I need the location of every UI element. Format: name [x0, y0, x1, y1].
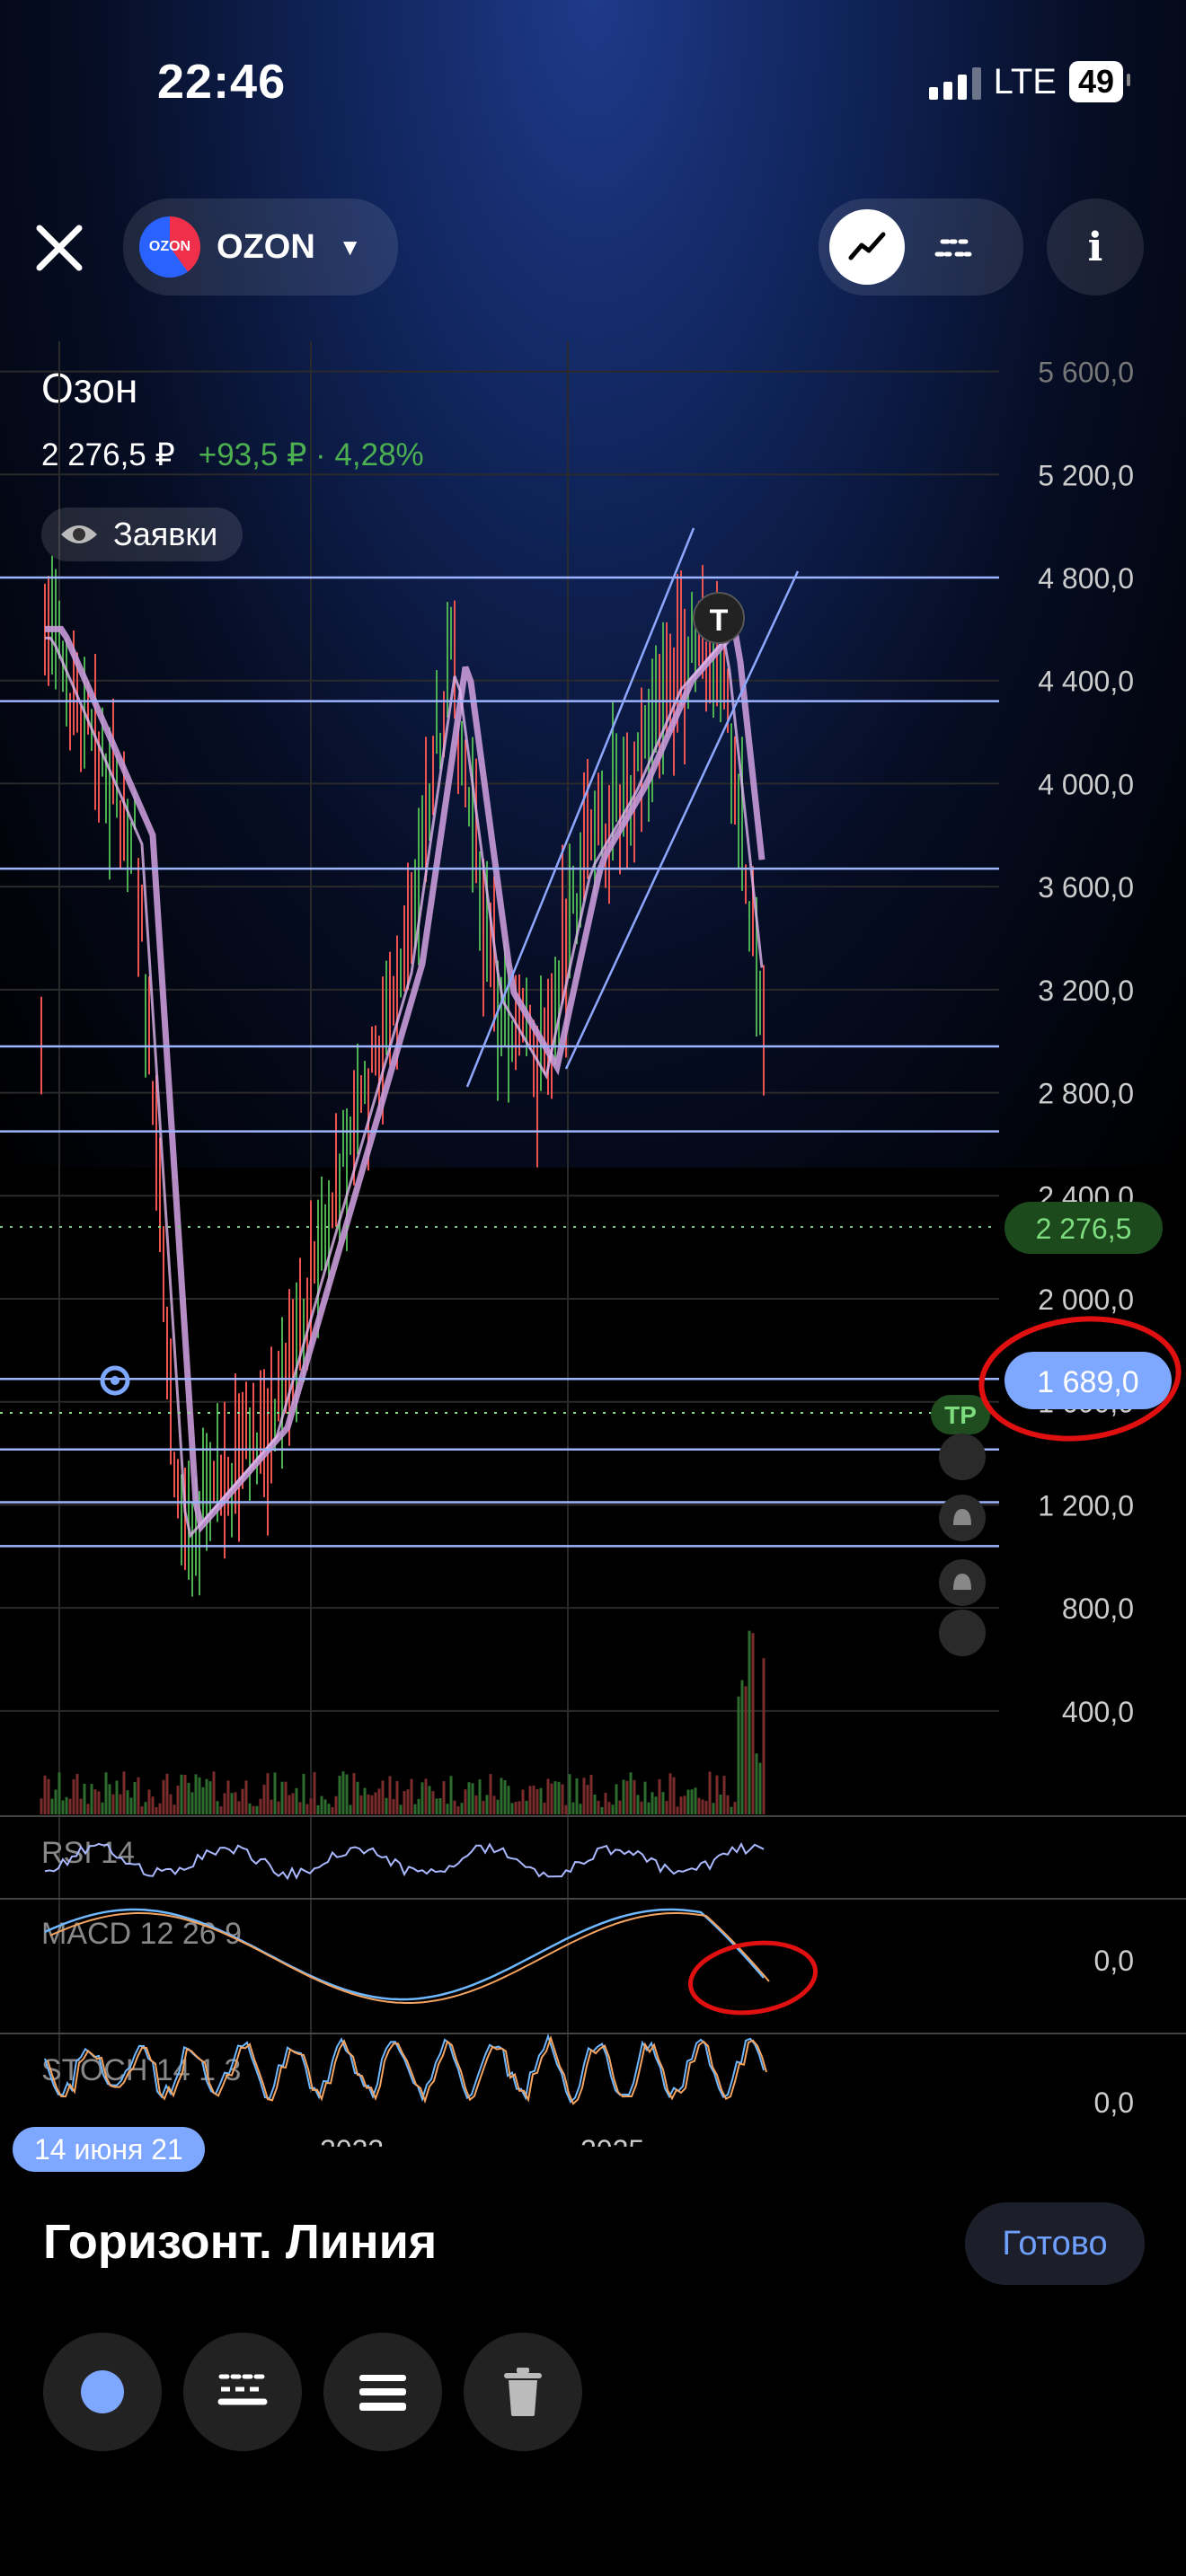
- svg-text:2 276,5: 2 276,5: [1036, 1213, 1132, 1245]
- price-tick: 4 400,0: [1038, 666, 1134, 698]
- tp-badge[interactable]: TP: [931, 1395, 990, 1434]
- color-button[interactable]: [43, 2333, 162, 2451]
- ozon-logo: OZON: [139, 216, 200, 278]
- line-width-icon: [359, 2375, 406, 2411]
- price-tick: 400,0: [1062, 1696, 1134, 1728]
- info-icon: i: [1087, 224, 1103, 270]
- moving-average-slow: [45, 623, 766, 1534]
- price-tick: 2 800,0: [1038, 1078, 1134, 1110]
- price-tick: 3 600,0: [1038, 871, 1134, 904]
- close-button[interactable]: [27, 216, 92, 280]
- line-width-button[interactable]: [323, 2333, 442, 2451]
- orders-label: Заявки: [113, 516, 218, 552]
- line-style-button[interactable]: [183, 2333, 302, 2451]
- red-circle-annotation-macd: [687, 1940, 819, 2016]
- price-tick: 5 200,0: [1038, 459, 1134, 491]
- stoch-label: STOCH 14 1 3: [41, 2053, 241, 2087]
- chevron-down-icon: ▼: [338, 233, 362, 260]
- stoch-axis: 0,0: [1094, 2086, 1134, 2119]
- line-style-icon: [217, 2374, 268, 2405]
- price-tick: 5 600,0: [1038, 357, 1134, 389]
- line-handle-dot: [111, 1376, 119, 1385]
- status-bar-right: LTE 49: [928, 61, 1131, 102]
- crosshair-date: 14 июня 21: [13, 2127, 205, 2172]
- close-icon: [36, 225, 83, 271]
- price-axis: 5 600,0 5 200,0 4 800,0 4 400,0 4 000,0 3 600…: [1038, 357, 1134, 1728]
- candles-mode-button[interactable]: [916, 209, 991, 285]
- done-button[interactable]: Готово: [965, 2202, 1145, 2285]
- candles-icon: [934, 239, 972, 257]
- time-axis-2025: 2025: [580, 2134, 644, 2147]
- svg-text:1 689,0: 1 689,0: [1037, 1365, 1138, 1399]
- color-icon: [81, 2370, 124, 2413]
- battery-icon: 49: [1068, 61, 1131, 102]
- trash-icon: [504, 2368, 542, 2416]
- network-label: LTE: [993, 61, 1057, 101]
- signal-icon: [928, 64, 981, 100]
- price-tick: 1 200,0: [1038, 1489, 1134, 1522]
- price-tick: 800,0: [1062, 1592, 1134, 1625]
- alert-bell-icons[interactable]: [939, 1434, 986, 1656]
- price-tick: 4 000,0: [1038, 768, 1134, 800]
- volume-bars: [40, 1630, 766, 1814]
- line-chart-icon: [848, 232, 886, 260]
- drawing-tool-title: Горизонт. Линия: [43, 2215, 438, 2269]
- price-chart[interactable]: 5 600,0 5 200,0 4 800,0 4 400,0 4 000,0 3 600…: [0, 341, 1186, 2147]
- svg-text:TP: TP: [944, 1401, 977, 1429]
- delete-button[interactable]: [464, 2333, 582, 2451]
- chart-mode-toggle: [819, 198, 1023, 296]
- trade-marker[interactable]: T: [693, 592, 745, 644]
- candles: [40, 555, 765, 1597]
- time-axis-2023: 2023: [320, 2134, 384, 2147]
- selected-line-badge[interactable]: 1 689,0: [1005, 1352, 1172, 1409]
- price-tick: 4 800,0: [1038, 562, 1134, 595]
- info-button[interactable]: i: [1047, 198, 1144, 296]
- indicators: RSI 14MACD 12 26 9STOCH 14 1 30,00,0: [41, 1836, 1134, 2119]
- macd-axis: 0,0: [1094, 1945, 1134, 1977]
- svg-text:T: T: [710, 604, 729, 638]
- price-tick: 3 200,0: [1038, 975, 1134, 1007]
- rsi-line: [44, 1842, 765, 1881]
- rsi-label: RSI 14: [41, 1836, 135, 1870]
- current-price-badge: 2 276,5: [1005, 1202, 1163, 1254]
- ticker-name: OZON: [217, 227, 315, 266]
- eye-icon: [61, 525, 97, 543]
- line-chart-mode-button[interactable]: [829, 209, 905, 285]
- price-tick: 2 000,0: [1038, 1284, 1134, 1316]
- status-time: 22:46: [157, 55, 287, 109]
- orders-toggle[interactable]: Заявки: [41, 507, 243, 561]
- ticker-selector[interactable]: OZON OZON ▼: [123, 198, 398, 296]
